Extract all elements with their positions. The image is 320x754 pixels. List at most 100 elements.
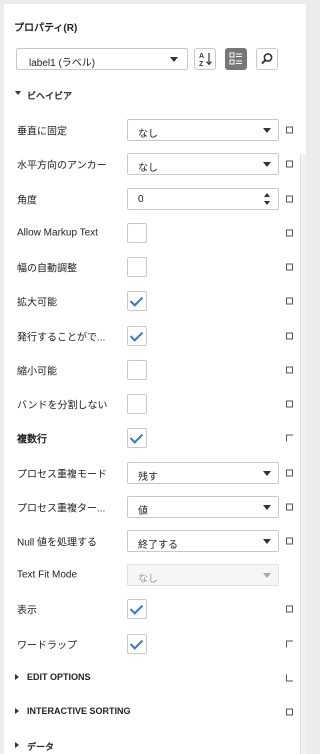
property-label: 水平方向のアンカー (17, 160, 107, 172)
process-duplicates-mode-dropdown[interactable]: 残す (127, 462, 279, 484)
property-row-process-null-values: Null 値を処理する 終了する (4, 524, 306, 558)
property-marker-icon[interactable] (286, 195, 293, 203)
property-row-process-duplicates-target: プロセス重複ター... 値 (4, 490, 306, 524)
property-marker-icon[interactable] (286, 297, 293, 305)
visible-checkbox[interactable] (127, 599, 147, 619)
check-icon (129, 328, 144, 342)
property-row-visible: 表示 (4, 592, 306, 626)
horizontal-anchor-dropdown[interactable]: なし (127, 153, 279, 175)
vertical-scrollbar[interactable] (300, 154, 306, 754)
check-icon (129, 601, 144, 615)
section-interactive-sorting-label: INTERACTIVE SORTING (27, 706, 131, 716)
property-marker-icon[interactable] (286, 126, 293, 134)
property-row-multiline: 複数行 (4, 421, 306, 455)
property-label: ワードラップ (17, 640, 77, 652)
property-label: プロセス重複モード (17, 469, 107, 481)
word-wrap-checkbox[interactable] (127, 634, 147, 654)
property-label: 縮小可能 (17, 366, 57, 378)
svg-text:Z: Z (199, 61, 204, 68)
property-marker-icon[interactable] (286, 434, 293, 442)
property-marker-icon[interactable] (286, 708, 293, 716)
property-label: Null 値を処理する (17, 537, 98, 549)
spinner-value: 0 (138, 194, 144, 205)
categorized-view-button[interactable] (225, 48, 247, 70)
property-marker-icon[interactable] (286, 160, 293, 168)
section-edit-options[interactable]: EDIT OPTIONS (4, 668, 306, 688)
property-label: プロセス重複ター... (17, 503, 106, 515)
property-marker-icon[interactable] (286, 503, 293, 511)
spin-down-icon[interactable] (264, 201, 270, 205)
property-marker-icon[interactable] (286, 605, 293, 613)
svg-text:A: A (199, 53, 204, 60)
chevron-down-icon (263, 573, 271, 578)
sort-alphabetical-button[interactable]: A Z (194, 48, 216, 70)
chevron-down-icon (263, 471, 271, 476)
dropdown-value: 値 (138, 506, 148, 517)
property-marker-icon[interactable] (286, 366, 293, 374)
property-row-process-duplicates-mode: プロセス重複モード 残す (4, 456, 306, 490)
chevron-right-icon (15, 674, 19, 680)
property-marker-icon[interactable] (286, 229, 293, 237)
multiline-checkbox[interactable] (127, 428, 147, 448)
property-row-allow-markup-text: Allow Markup Text (4, 216, 306, 250)
dropdown-value: 残す (138, 472, 158, 483)
category-grid-icon (229, 52, 242, 65)
keep-together-checkbox[interactable] (127, 394, 147, 414)
property-label: 発行することがで... (17, 332, 106, 344)
property-marker-icon[interactable] (286, 263, 293, 271)
property-marker-icon[interactable] (286, 400, 293, 408)
section-edit-options-label: EDIT OPTIONS (27, 672, 91, 682)
chevron-right-icon (15, 708, 19, 714)
properties-panel: プロパティ(R) label1 (ラベル) A Z ビヘイビア 垂直に固定 なし… (4, 4, 306, 754)
property-marker-icon[interactable] (286, 640, 293, 648)
property-marker-icon[interactable] (286, 674, 293, 682)
dropdown-value: なし (138, 129, 158, 140)
chevron-down-icon (263, 539, 271, 544)
panel-title: プロパティ(R) (14, 23, 78, 34)
section-data-label: データ (27, 742, 55, 752)
property-row-word-wrap: ワードラップ (4, 627, 306, 661)
can-shrink-checkbox[interactable] (127, 360, 147, 380)
section-data[interactable]: データ (4, 736, 306, 754)
property-row-angle: 角度 0 (4, 182, 306, 216)
property-label: Text Fit Mode (17, 569, 78, 581)
search-button[interactable] (256, 48, 278, 70)
property-label: Allow Markup Text (17, 227, 98, 239)
chevron-right-icon (15, 742, 19, 748)
property-label: バンドを分割しない (17, 400, 108, 412)
section-behavior-label: ビヘイビア (27, 91, 73, 101)
section-behavior[interactable]: ビヘイビア (4, 85, 306, 105)
component-selector-value: label1 (ラベル) (29, 58, 96, 69)
property-marker-icon[interactable] (286, 537, 293, 545)
spin-up-icon[interactable] (264, 193, 270, 197)
auto-width-checkbox[interactable] (127, 257, 147, 277)
chevron-down-icon (263, 505, 271, 510)
dropdown-value: 終了する (138, 540, 178, 551)
property-row-keep-together: バンドを分割しない (4, 387, 306, 421)
sort-az-icon: A Z (199, 53, 212, 68)
dropdown-value: なし (138, 163, 158, 174)
check-icon (129, 636, 144, 650)
component-selector[interactable]: label1 (ラベル) (16, 48, 188, 70)
can-publish-checkbox[interactable] (127, 326, 147, 346)
property-marker-icon[interactable] (286, 469, 293, 477)
search-icon (261, 53, 273, 65)
property-row-can-grow: 拡大可能 (4, 284, 306, 318)
process-duplicates-target-dropdown[interactable]: 値 (127, 496, 279, 518)
chevron-down-icon (263, 162, 271, 167)
property-row-can-shrink: 縮小可能 (4, 353, 306, 387)
check-icon (129, 430, 144, 444)
process-null-values-dropdown[interactable]: 終了する (127, 530, 279, 552)
allow-markup-text-checkbox[interactable] (127, 223, 147, 243)
property-row-text-fit-mode: Text Fit Mode なし (4, 558, 306, 592)
can-grow-checkbox[interactable] (127, 291, 147, 311)
section-interactive-sorting[interactable]: INTERACTIVE SORTING (4, 702, 306, 722)
property-label: 複数行 (17, 434, 47, 446)
property-label: 幅の自動調整 (17, 263, 77, 275)
chevron-down-icon (263, 128, 271, 133)
angle-spinner[interactable]: 0 (127, 188, 279, 210)
property-marker-icon[interactable] (286, 332, 293, 340)
dropdown-value: なし (138, 574, 158, 585)
property-label: 垂直に固定 (17, 126, 67, 138)
vertical-anchor-dropdown[interactable]: なし (127, 119, 279, 141)
